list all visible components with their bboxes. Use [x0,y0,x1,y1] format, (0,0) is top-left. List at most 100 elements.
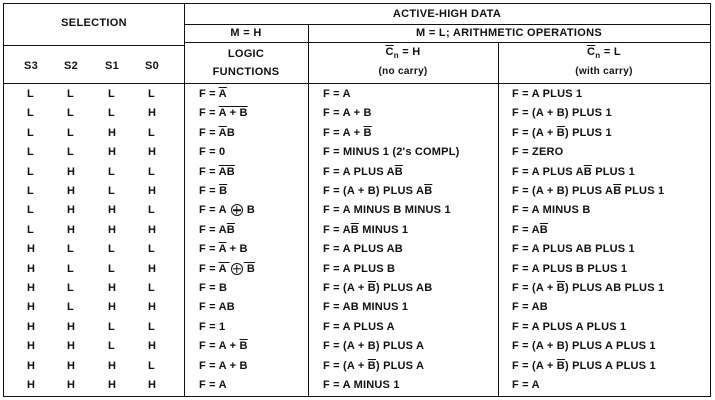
formula-segment: F = [199,185,220,197]
selection-s3-cell: H [27,320,36,333]
logic-function-cell: F = 1 [199,320,225,334]
mode-h-heading: M = H [230,27,262,39]
selection-s0-cell: L [148,243,155,256]
selection-s1-cell: L [108,243,115,256]
logic-function-cell: F = B [199,281,227,295]
formula-segment: B [219,185,228,197]
no-carry-cell: F = A MINUS B MINUS 1 [323,203,451,217]
formula-segment: F = AB [512,301,548,314]
selection-s0-cell: L [148,359,155,372]
carry-symbol: C [385,46,394,58]
selection-s0-cell: H [148,185,157,197]
selection-s2-cell: H [67,340,76,353]
carry-value: = L [600,46,621,58]
formula-segment: ) PLUS A [375,359,425,372]
selection-s3-cell: L [27,146,34,159]
no-carry-cell: F = AB MINUS 1 [323,223,408,237]
formula-segment: B [367,359,376,372]
selection-heading: SELECTION [61,17,127,29]
with-carry-cell: F = A [512,378,540,392]
formula-segment: PLUS 1 [621,185,665,197]
selection-s1-cell: H [108,204,117,217]
selection-s1-cell: L [108,320,115,333]
formula-segment: B [350,223,359,236]
formula-segment: MINUS 1 [358,223,409,236]
no-carry-cell: F = A [323,87,351,101]
with-carry-cell: F = (A + B) PLUS A PLUS 1 [512,339,656,353]
selection-s1-cell: H [108,359,117,372]
selection-s2-cell: H [67,223,76,236]
with-carry-cell: F = (A + B) PLUS AB PLUS 1 [512,184,664,198]
formula-segment: F = A MINUS B MINUS 1 [323,204,451,217]
selection-s1-cell: H [108,126,117,139]
formula-segment: F = MINUS 1 (2's COMPL) [323,146,460,159]
formula-segment: A [218,126,227,139]
formula-segment: B [226,126,235,139]
selection-s3-cell: H [27,243,36,256]
logic-function-cell: F = A + B [199,106,248,120]
formula-segment: F = A PLUS A [323,165,395,178]
selection-s3-cell: L [27,165,34,178]
with-carry-cell: F = AB [512,223,548,237]
formula-segment: F = A + [323,126,364,139]
logic-function-cell: F = B [199,184,227,198]
formula-segment: F = A PLUS AB [323,243,403,256]
selection-s0-cell: H [148,379,157,391]
selection-s2-cell: H [67,359,76,372]
logic-function-cell: F = AB [199,126,235,140]
divider-logic [308,24,309,396]
selection-s1-cell: L [108,262,115,275]
formula-segment: F = A [512,223,540,236]
formula-segment: B [556,359,565,372]
selection-s3-cell: L [27,223,34,236]
xor-symbol-icon [230,262,243,275]
col-s2: S2 [64,60,79,72]
formula-segment: B [226,223,235,236]
selection-s2-cell: L [67,301,74,314]
formula-segment: F = (A + B) PLUS A [323,340,425,353]
selection-s2-cell: H [67,165,76,178]
logic-function-cell: F = AB [199,300,235,314]
selection-s3-cell: H [27,301,36,314]
selection-s2-cell: L [67,126,74,139]
mode-l-heading: M = L; ARITHMETIC OPERATIONS [416,27,602,39]
formula-segment: F = A PLUS 1 [512,88,583,100]
divider-carry [498,42,499,396]
formula-segment: B [367,282,376,294]
formula-segment: ) PLUS 1 [564,126,612,139]
formula-segment: ) PLUS A PLUS 1 [564,359,656,372]
selection-s0-cell: H [148,301,157,314]
formula-segment: A [218,88,227,100]
no-carry-cell: F = (A + B) PLUS A [323,359,424,373]
selection-s2-cell: L [67,282,74,294]
no-carry-cell: F = AB MINUS 1 [323,300,408,314]
selection-s2-cell: H [67,379,76,391]
selection-s1-cell: L [108,185,115,197]
formula-segment: F = A [199,223,227,236]
selection-s0-cell: H [148,146,157,159]
formula-segment: F = (A + [323,282,368,294]
no-carry-heading: Cn = H [308,46,498,60]
formula-segment: F = A + B [199,359,248,372]
formula-segment: B [243,204,256,217]
formula-segment: F = A MINUS B [512,204,591,217]
no-carry-cell: F = A MINUS 1 [323,378,400,392]
selection-s3-cell: L [27,88,34,100]
selection-s1-cell: L [108,165,115,178]
formula-segment: F = [199,262,219,275]
selection-s2-cell: L [67,88,74,100]
selection-s0-cell: H [148,223,157,236]
formula-segment: F = AB MINUS 1 [323,301,409,314]
formula-segment: + B [226,243,248,256]
selection-s3-cell: L [27,126,34,139]
selection-s2-cell: L [67,262,74,275]
logic-function-cell: F = A [199,87,227,101]
no-carry-cell: F = A PLUS AB [323,242,403,256]
active-high-heading: ACTIVE-HIGH DATA [392,8,502,20]
logic-function-cell: F = A + B [199,339,248,353]
selection-s2-cell: H [67,185,76,197]
selection-s3-cell: L [27,185,34,197]
formula-segment: F = A MINUS 1 [323,379,400,391]
selection-s1-cell: H [108,301,117,314]
formula-segment: B [243,262,256,275]
